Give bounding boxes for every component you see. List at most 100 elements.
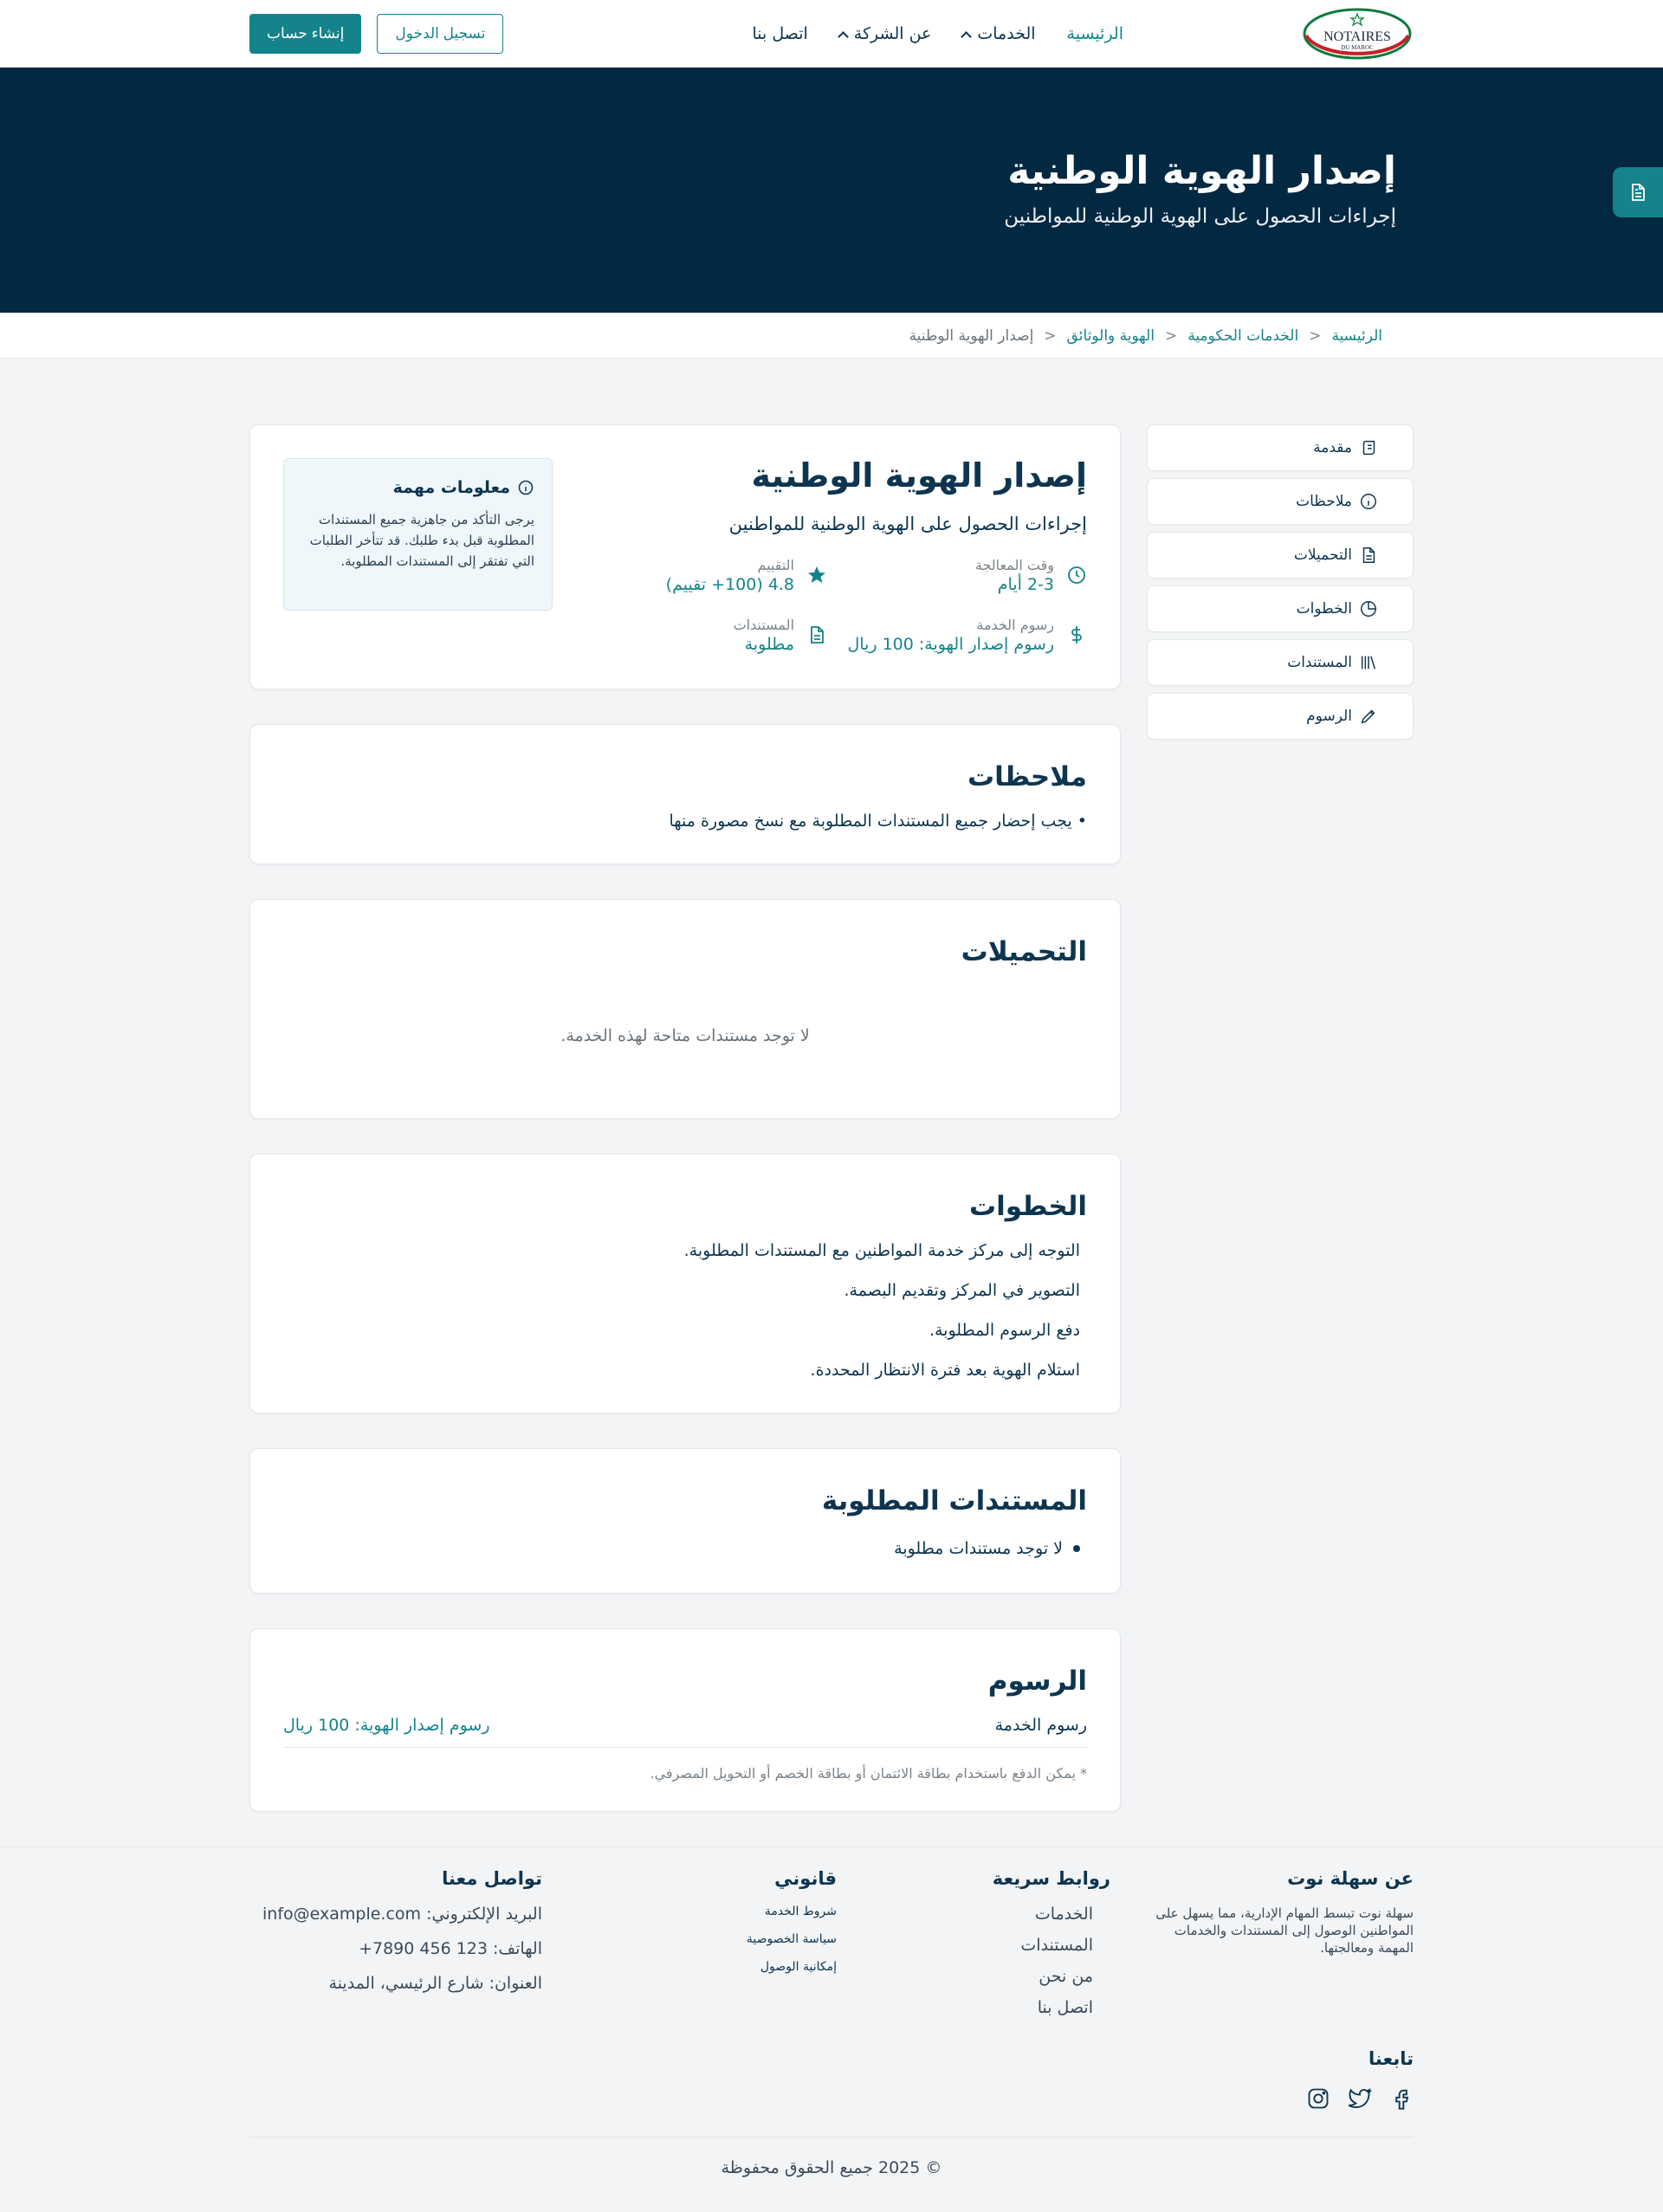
footer-link-accessibility[interactable]: إمكانية الوصول	[577, 1960, 837, 1974]
processing-label: وقت المعالجة	[974, 556, 1054, 573]
footer-address: العنوان: شارع الرئيسي، المدينة	[328, 1973, 542, 1993]
list-item: دفع الرسوم المطلوبة.	[929, 1320, 1080, 1340]
steps-title: الخطوات	[968, 1190, 1087, 1222]
main-nav: الرئيسية الخدمات عن الشركة اتصل بنا	[753, 24, 1124, 43]
nav-home-label: الرئيسية	[1066, 24, 1123, 43]
info-icon	[518, 480, 534, 495]
footer-link-about[interactable]: من نحن	[871, 1967, 1110, 1986]
sidebar-item-label: المستندات	[1287, 654, 1352, 671]
breadcrumb-separator: <	[1044, 327, 1057, 345]
footer-email: البريد الإلكتروني: info@example.com	[262, 1904, 542, 1924]
nav-services[interactable]: الخدمات	[961, 24, 1036, 43]
page-subtitle: إجراءات الحصول على الهوية الوطنية للمواط…	[1004, 204, 1396, 228]
footer-quick-title: روابط سريعة	[992, 1867, 1110, 1889]
footer-contact-title: تواصل معنا	[442, 1867, 542, 1889]
file-text-icon	[811, 626, 824, 644]
service-subtitle: إجراءات الحصول على الهوية الوطنية للمواط…	[728, 513, 1087, 534]
chevron-up-icon	[837, 30, 849, 42]
sidebar-item-fees[interactable]: الرسوم	[1147, 693, 1414, 740]
footer-legal: قانوني شروط الخدمة سياسة الخصوصية إمكاني…	[577, 1868, 837, 2029]
nav-company-label: عن الشركة	[853, 24, 932, 43]
downloads-card: التحميلات لا توجد مستندات متاحة لهذه الخ…	[249, 898, 1121, 1119]
info-box-title: معلومات مهمة	[301, 478, 534, 497]
sidebar-item-intro[interactable]: مقدمة	[1147, 424, 1414, 471]
service-meta: وقت المعالجة 2-3 أيام التقييم 4.8 (100+ …	[553, 557, 1087, 654]
top-navbar: NOTAIRES DU MAROC الرئيسية الخدمات عن ال…	[0, 0, 1663, 68]
breadcrumb-home[interactable]: الرئيسية	[1331, 327, 1382, 345]
dollar-icon	[1071, 626, 1082, 644]
hero-banner: إصدار الهوية الوطنية إجراءات الحصول على …	[0, 68, 1663, 313]
footer-link-documents[interactable]: المستندات	[871, 1936, 1110, 1955]
info-box-text: يرجى التأكد من جاهزية جميع المستندات الم…	[309, 512, 534, 569]
meta-fees: رسوم الخدمة رسوم إصدار الهوية: 100 ريال	[827, 617, 1087, 654]
page-title: إصدار الهوية الوطنية	[1007, 149, 1396, 193]
library-icon	[1361, 656, 1376, 669]
sidebar-item-label: الرسوم	[1306, 708, 1352, 725]
footer-about-text: سهلة نوت تبسط المهام الإدارية، مما يسهل …	[1155, 1905, 1414, 1957]
breadcrumb-current: إصدار الهوية الوطنية	[909, 327, 1034, 345]
steps-list: التوجه إلى مركز خدمة المواطنين مع المستن…	[283, 1241, 1087, 1380]
nav-contact[interactable]: اتصل بنا	[753, 24, 808, 43]
meta-rating: التقييم 4.8 (100+ تقييم)	[585, 557, 827, 594]
breadcrumb-identity-docs[interactable]: الهوية والوثائق	[1067, 327, 1155, 345]
auth-buttons: تسجيل الدخول إنشاء حساب	[249, 14, 504, 54]
downloads-title: التحميلات	[961, 935, 1087, 967]
breadcrumb-gov-services[interactable]: الخدمات الحكومية	[1187, 327, 1298, 345]
sidebar-item-downloads[interactable]: التحميلات	[1147, 532, 1414, 579]
sidebar-item-documents[interactable]: المستندات	[1147, 639, 1414, 686]
fee-value: رسوم إصدار الهوية: 100 ريال	[283, 1715, 490, 1735]
important-info-box: معلومات مهمة يرجى التأكد من جاهزية جميع …	[283, 458, 553, 611]
fee-row: رسوم الخدمة رسوم إصدار الهوية: 100 ريال	[283, 1716, 1087, 1748]
info-icon	[1361, 494, 1376, 509]
processing-value: 2-3 أيام	[997, 574, 1054, 594]
logo-text: NOTAIRES	[1323, 29, 1391, 44]
rating-label: التقييم	[757, 556, 794, 573]
register-button[interactable]: إنشاء حساب	[249, 14, 362, 54]
site-footer: عن سهلة نوت سهلة نوت تبسط المهام الإداري…	[0, 1846, 1663, 2199]
fees-label: رسوم الخدمة	[976, 616, 1054, 633]
sidebar-item-notes[interactable]: ملاحظات	[1147, 478, 1414, 525]
footer-link-privacy[interactable]: سياسة الخصوصية	[577, 1932, 837, 1946]
instagram-icon[interactable]	[1306, 2086, 1330, 2111]
footer-follow: تابعنا	[249, 2048, 1414, 2111]
nav-services-label: الخدمات	[977, 24, 1036, 43]
nav-company[interactable]: عن الشركة	[837, 24, 932, 43]
list-item: استلام الهوية بعد فترة الانتظار المحددة.	[810, 1360, 1080, 1380]
overview-card: إصدار الهوية الوطنية إجراءات الحصول على …	[249, 424, 1121, 689]
file-icon	[1362, 547, 1375, 563]
breadcrumb-separator: <	[1165, 327, 1178, 345]
footer-link-contact[interactable]: اتصل بنا	[871, 1998, 1110, 2017]
downloads-empty-message: لا توجد مستندات متاحة لهذه الخدمة.	[560, 1025, 810, 1045]
footer-phone: الهاتف: 123 456 7890+	[359, 1938, 542, 1958]
footer-link-services[interactable]: الخدمات	[871, 1905, 1110, 1924]
documents-title: المستندات المطلوبة	[821, 1484, 1087, 1517]
sidebar-item-label: ملاحظات	[1296, 493, 1352, 510]
footer-columns: عن سهلة نوت سهلة نوت تبسط المهام الإداري…	[249, 1868, 1414, 2029]
footer-follow-title: تابعنا	[1369, 2047, 1414, 2069]
login-button[interactable]: تسجيل الدخول	[377, 14, 504, 54]
sidebar-item-label: مقدمة	[1313, 439, 1352, 456]
footer-about-title: عن سهلة نوت	[1287, 1867, 1414, 1889]
list-item: التصوير في المركز وتقديم البصمة.	[844, 1280, 1080, 1300]
footer-contact: تواصل معنا البريد الإلكتروني: info@examp…	[262, 1868, 542, 2029]
sidebar-item-label: التحميلات	[1293, 547, 1352, 564]
twitter-icon[interactable]	[1348, 2086, 1372, 2111]
sidebar-item-label: الخطوات	[1296, 600, 1352, 618]
list-item: • يجب إحضار جميع المستندات المطلوبة مع ن…	[669, 811, 1088, 831]
social-links	[249, 2086, 1414, 2111]
footer-link-terms[interactable]: شروط الخدمة	[577, 1905, 837, 1918]
main-content: مقدمة ملاحظات التحميلات الخطوات المستندا…	[0, 359, 1663, 1847]
fees-value: رسوم إصدار الهوية: 100 ريال	[847, 634, 1054, 654]
clock-icon	[1068, 566, 1085, 585]
brand-logo[interactable]: NOTAIRES DU MAROC	[1301, 7, 1414, 61]
floating-document-button[interactable]	[1613, 167, 1663, 217]
service-title: إصدار الهوية الوطنية	[751, 456, 1087, 495]
star-icon	[808, 566, 825, 584]
nav-home[interactable]: الرئيسية	[1067, 24, 1123, 43]
facebook-icon[interactable]	[1389, 2086, 1414, 2111]
document-item-text: لا توجد مستندات مطلوبة	[894, 1538, 1063, 1558]
fee-label: رسوم الخدمة	[994, 1715, 1087, 1735]
list-item: التوجه إلى مركز خدمة المواطنين مع المستن…	[683, 1240, 1080, 1260]
nav-contact-label: اتصل بنا	[752, 24, 808, 43]
sidebar-item-steps[interactable]: الخطوات	[1147, 585, 1414, 632]
